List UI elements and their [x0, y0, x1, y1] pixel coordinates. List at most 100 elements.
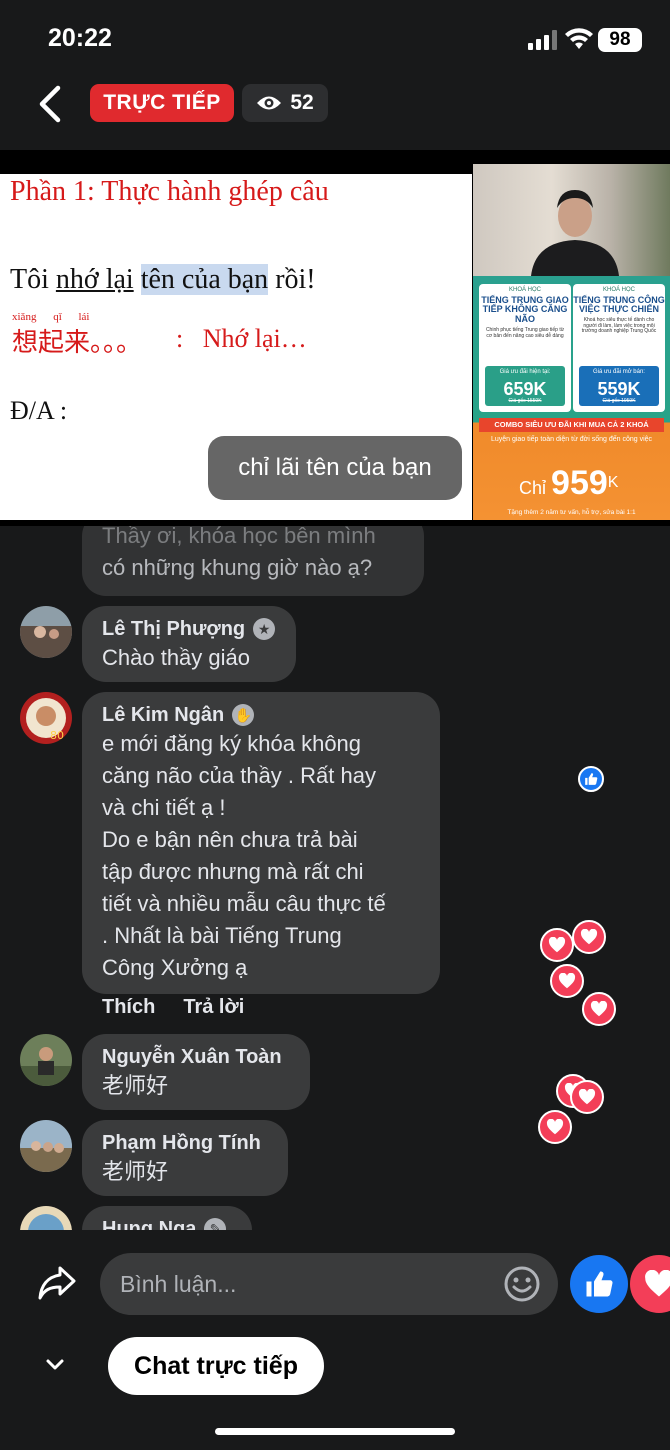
comment-line: 老师好 [102, 1073, 169, 1098]
comment-input[interactable] [120, 1253, 490, 1315]
sentence-underlined: nhớ lại [55, 264, 134, 295]
comment-bubble: Phạm Hồng Tính 老师好 [82, 1120, 288, 1196]
thumbs-up-icon [586, 1271, 613, 1297]
comment-author[interactable]: Lê Thị Phượng ★ [102, 616, 276, 642]
heart-glyph [590, 1001, 608, 1017]
author-name: Lê Kim Ngân [102, 704, 225, 726]
cellular-signal-icon [528, 30, 557, 50]
ad-footer: Tặng thêm 2 năm tư vấn, hỗ trợ, sửa bài … [507, 509, 636, 516]
comment-actions: Thích Trả lời [102, 996, 272, 1019]
answer-label: Đ/A : [10, 396, 68, 425]
sentence-space [134, 264, 141, 295]
like-reaction-button[interactable] [570, 1255, 628, 1313]
heart-glyph [580, 929, 598, 945]
like-comment-button[interactable]: Thích [102, 996, 155, 1018]
svg-text:80: 80 [50, 729, 64, 742]
meaning-colon: : [176, 324, 184, 353]
battery-indicator: 98 [598, 28, 642, 52]
eye-icon [257, 96, 282, 110]
heart-glyph [548, 937, 566, 953]
live-video[interactable]: Phần 1: Thực hành ghép câu Tôi nhớ lại t… [0, 150, 670, 526]
love-reaction-button[interactable] [630, 1255, 670, 1313]
comment-line: Do e bận nên chưa trả bài [102, 827, 358, 852]
back-arrow-icon[interactable] [34, 84, 68, 124]
author-name: Phạm Hồng Tính [102, 1132, 261, 1154]
card-desc: Chinh phục tiếng Trung giao tiếp từ cơ b… [485, 327, 565, 339]
avatar[interactable] [20, 1034, 72, 1086]
card-price-box: Giá ưu đãi hiện tại: 659K Giá gốc 1559K [485, 366, 565, 406]
comment-author[interactable]: Lê Kim Ngân ✋ [102, 702, 420, 728]
top-fan-badge-icon: ★ [253, 618, 276, 640]
avatar-image [20, 1206, 72, 1230]
avatar[interactable]: 80 [20, 692, 72, 744]
comment-bubble: Lê Kim Ngân ✋ e mới đăng ký khóa không că… [82, 692, 440, 994]
comment-bubble: Lê Thị Phượng ★ Chào thầy giáo [82, 606, 296, 682]
presenter-camera: KHOÁ HỌC TIẾNG TRUNG GIAO TIẾP KHÔNG CĂN… [473, 164, 670, 520]
slide-hanzi: 想起来。。。 [12, 322, 142, 359]
author-name: Hung Nga [102, 1218, 197, 1230]
avatar-image: 80 [20, 692, 72, 744]
comment-bubble: Nguyễn Xuân Toàn 老师好 [82, 1034, 310, 1110]
floating-heart-icon [570, 1080, 604, 1114]
card-name: TIẾNG TRUNG GIAO TIẾP KHÔNG CĂNG NÃO [481, 294, 569, 325]
share-icon[interactable] [36, 1262, 78, 1304]
viewer-count: 52 [242, 84, 328, 122]
card-price: 559K [597, 379, 641, 399]
comment-line: Thầy ơi, khóa học bên mình [102, 526, 376, 548]
comment-feed[interactable]: Thầy ơi, khóa học bên mình có những khun… [0, 526, 670, 1230]
comment-line: căng não của thầy . Rất hay [102, 763, 376, 788]
floating-heart-icon [540, 928, 574, 962]
reply-comment-button[interactable]: Trả lời [183, 996, 244, 1018]
card-kicker: KHOÁ HỌC [508, 287, 541, 293]
heart-icon [645, 1270, 670, 1297]
avatar-image [20, 606, 72, 658]
combo-subtitle: Luyện giao tiếp toàn diện từ đời sống đế… [490, 436, 653, 443]
comment-line: tập được nhưng mà rất chi [102, 859, 364, 884]
comment-bubble: Hung Nga ✎ [82, 1206, 252, 1230]
wifi-icon [565, 28, 593, 49]
home-indicator [215, 1428, 455, 1435]
comment-author[interactable]: Nguyễn Xuân Toàn [102, 1044, 290, 1070]
status-time: 20:22 [48, 24, 112, 52]
caption-bubble: chỉ lãi tên của bạn [208, 436, 462, 500]
comment-line: 老师好 [102, 1159, 169, 1184]
combo-price-prefix: Chỉ [519, 478, 547, 498]
presenter-figure [531, 190, 619, 276]
comment-author[interactable]: Phạm Hồng Tính [102, 1130, 268, 1156]
wave-badge-icon: ✋ [232, 704, 255, 726]
viewer-count-value: 52 [290, 91, 314, 114]
card-desc: Khoá học siêu thực tế dành cho người đi … [581, 317, 657, 335]
avatar[interactable] [20, 606, 72, 658]
live-badge: TRỰC TIẾP [90, 84, 234, 122]
combo-price-value: 959 [551, 464, 608, 502]
author-name: Lê Thị Phượng [102, 618, 246, 640]
comment-line: . Nhất là bài Tiếng Trung [102, 923, 342, 948]
comment-composer[interactable] [100, 1253, 558, 1315]
comment-line: và chi tiết ạ ! [102, 795, 226, 820]
comment-line: tiết và nhiều mẫu câu thực tế [102, 891, 386, 916]
combo-price: Chỉ 959K [519, 464, 618, 503]
comment-bubble: Thầy ơi, khóa học bên mình có những khun… [82, 526, 424, 596]
live-chat-button[interactable]: Chat trực tiếp [108, 1337, 324, 1395]
comment-line: e mới đăng ký khóa không [102, 731, 362, 756]
avatar[interactable] [20, 1206, 72, 1230]
badge-icon: ✎ [204, 1218, 227, 1230]
emoji-icon[interactable] [502, 1264, 542, 1304]
comment-author[interactable]: Hung Nga ✎ [102, 1216, 232, 1230]
card-old-price: Giá gốc 1559K [508, 397, 542, 404]
card-price-label: Giá ưu đãi hiện tại: [499, 369, 551, 375]
heart-glyph [558, 973, 576, 989]
lesson-slide: Phần 1: Thực hành ghép câu Tôi nhớ lại t… [0, 174, 472, 520]
avatar[interactable] [20, 1120, 72, 1172]
card-price-label: Giá ưu đãi mở bán: [593, 369, 645, 375]
hanzi-text: 想起来。。。 [12, 328, 143, 358]
floating-heart-icon [572, 920, 606, 954]
chevron-down-icon[interactable] [44, 1356, 66, 1374]
floating-heart-icon [550, 964, 584, 998]
course-ad: KHOÁ HỌC TIẾNG TRUNG GIAO TIẾP KHÔNG CĂN… [473, 276, 670, 520]
combo-banner: COMBO SIÊU ƯU ĐÃI KHI MUA CẢ 2 KHOÁ [479, 418, 664, 432]
avatar-image [20, 1120, 72, 1172]
floating-like-icon [578, 766, 604, 792]
sentence-prefix: Tôi [10, 264, 56, 295]
heart-glyph [546, 1119, 564, 1135]
